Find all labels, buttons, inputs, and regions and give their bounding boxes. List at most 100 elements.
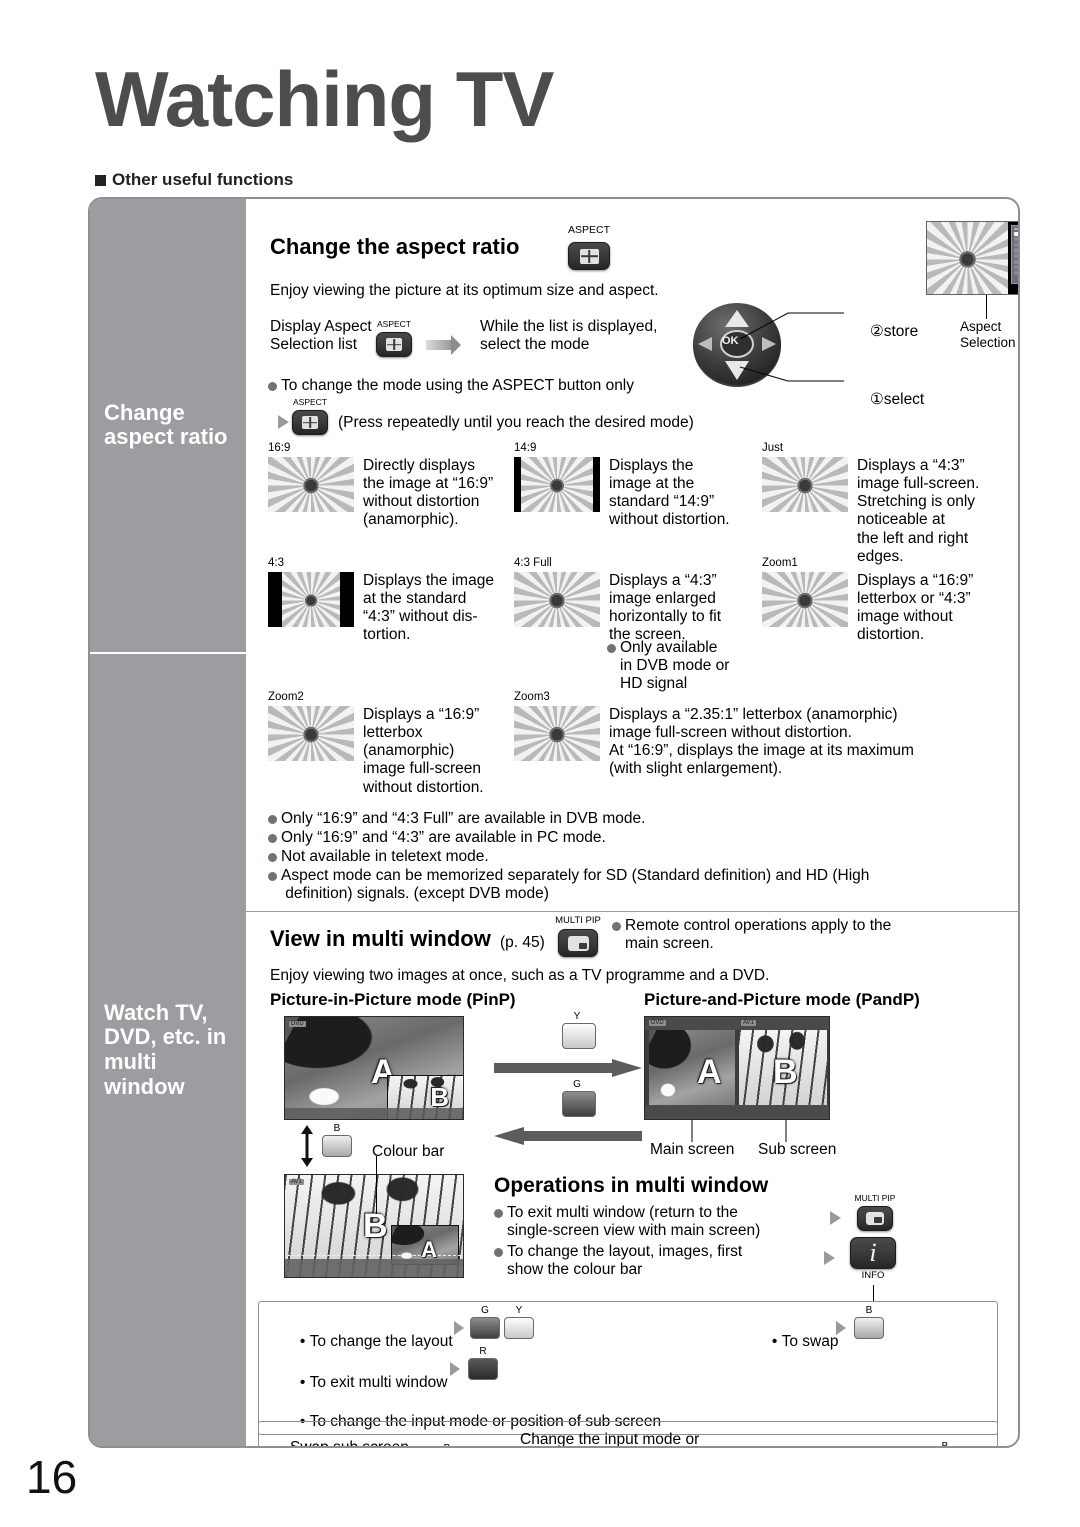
colour-key-b[interactable] (322, 1135, 352, 1157)
note-text: To exit multi window (return to the sing… (507, 1204, 761, 1240)
pinp-colourbar-screenshot: AV1 B A (284, 1174, 464, 1278)
note-text: Only available in DVB mode or HD signal (620, 639, 730, 693)
op-exit-button[interactable] (857, 1206, 893, 1231)
key-label-y: Y (573, 1011, 581, 1022)
mode-thumb-4-3 (268, 572, 354, 627)
aspect-button[interactable] (568, 242, 610, 270)
screenshot-leader-line (986, 295, 987, 319)
mode-name-4-3: 4:3 (268, 557, 284, 569)
operations-heading: Operations in multi window (494, 1174, 769, 1197)
multi-heading: View in multi window (270, 926, 491, 951)
aspect-button-label: ASPECT (567, 224, 610, 236)
flow-arrow-icon (824, 1251, 835, 1265)
colour-key-g[interactable] (562, 1091, 596, 1117)
aspect-screenshot-caption: Aspect Selection list (960, 319, 1016, 351)
note-text: Aspect mode can be memorized separately … (281, 867, 870, 903)
aspect-step-select-label: While the list is displayed, select the … (480, 318, 658, 354)
section-tab-column: Change aspect ratio Watch TV, DVD, etc. … (90, 199, 246, 1446)
aspect-note-1: Only “16:9” and “4:3 Full” are available… (268, 810, 645, 828)
arrow-right-icon (494, 1059, 642, 1077)
mode-desc-zoom2: Displays a “16:9” letterbox (anamorphic)… (363, 706, 484, 796)
sidebar-tab-multi-window: Watch TV, DVD, etc. in multi window (90, 651, 246, 1446)
section-heading: Other useful functions (95, 170, 293, 190)
colour-key-y[interactable] (562, 1023, 596, 1049)
flow-arrow-icon (278, 415, 289, 429)
flow-arrow-icon (426, 335, 461, 355)
mode-thumb-14-9 (514, 457, 600, 512)
colour-key-b[interactable] (854, 1317, 884, 1339)
colour-key-y[interactable] (504, 1317, 534, 1339)
aspect-icon (386, 338, 402, 351)
multi-pip-button-label: MULTI PIP (555, 915, 601, 926)
info-button[interactable]: i (850, 1237, 896, 1269)
multi-pip-icon (866, 1212, 884, 1225)
mode-name-zoom2: Zoom2 (268, 691, 304, 703)
screen-tag-av1: AV1 (741, 1020, 756, 1026)
pandp-main-letter: A (697, 1053, 722, 1091)
colour-key-g[interactable] (470, 1317, 500, 1339)
key-label-g: G (481, 1305, 489, 1316)
note-text: Not available in teletext mode. (281, 848, 489, 865)
pinp-screenshot: DVD AV1 A B (284, 1016, 464, 1120)
key-label-g: G (573, 1079, 581, 1090)
square-bullet-icon (95, 174, 106, 186)
aspect-step-button-label: ASPECT (376, 319, 411, 329)
mode-thumb-just (762, 457, 848, 512)
op-exit-multi-window: To exit multi window (return to the sing… (494, 1204, 760, 1240)
flow-arrow-icon (836, 1321, 846, 1335)
key-label-b: B (432, 1443, 462, 1446)
pandp-sub-letter: B (773, 1053, 798, 1091)
sidebar-tab-label: Watch TV, DVD, etc. in multi window (104, 999, 227, 1099)
colour-key-r[interactable] (468, 1358, 498, 1380)
page-number: 16 (26, 1451, 78, 1503)
op-colourbar-button-label: INFO (861, 1270, 885, 1281)
pad-select-callout: ①select (869, 391, 925, 409)
content-column: Change the aspect ratio ASPECT Enjoy vie… (246, 199, 1018, 1446)
mode-desc-16-9: Directly displays the image at “16:9” wi… (363, 457, 494, 529)
pinp-title: Picture-in-Picture mode (PinP) (270, 990, 516, 1009)
colour-bar-label: Colour bar (372, 1143, 445, 1160)
screen-tag-dvd: DVD (649, 1020, 666, 1026)
mode-note-4-3-full: Only available in DVB mode or HD signal (607, 639, 729, 693)
aspect-step-button[interactable] (376, 332, 412, 357)
mode-thumb-zoom2 (268, 706, 354, 761)
info-icon: i (869, 1238, 877, 1267)
sidebar-tab-change-aspect-ratio: Change aspect ratio (90, 199, 246, 652)
main-screen-label: Main screen (650, 1141, 735, 1158)
aspect-press-button-label: ASPECT (292, 397, 327, 407)
mode-thumb-4-3-full (514, 572, 600, 627)
aspect-intro: Enjoy viewing the picture at its optimum… (270, 282, 659, 299)
mode-name-zoom3: Zoom3 (514, 691, 550, 703)
flow-step-2: Change the input mode or position by the… (520, 1431, 700, 1448)
mode-desc-zoom3: Displays a “2.35:1” letterbox (anamorphi… (609, 706, 914, 778)
aspect-note-4: Aspect mode can be memorized separately … (268, 867, 869, 903)
note-text: Only “16:9” and “4:3” are available in P… (281, 829, 606, 846)
key-label-r: R (479, 1346, 487, 1357)
pandp-callout-lines (691, 1120, 787, 1142)
aspect-button-only-note: To change the mode using the ASPECT butt… (268, 377, 634, 395)
content-frame: Change aspect ratio Watch TV, DVD, etc. … (88, 197, 1020, 1448)
multi-pip-button[interactable] (558, 929, 598, 957)
screenshot-flower-image (927, 222, 1008, 294)
op-swap: • To swap (771, 1333, 839, 1350)
note-text: Only “16:9” and “4:3 Full” are available… (281, 810, 646, 827)
mode-desc-zoom1: Displays a “16:9” letterbox or “4:3” ima… (857, 572, 974, 644)
mode-desc-4-3: Displays the image at the standard “4:3”… (363, 572, 494, 644)
flow-arrow-icon (830, 1211, 841, 1225)
mode-thumb-zoom1 (762, 572, 848, 627)
pandp-screenshot: DVD AV1 A B (644, 1016, 830, 1120)
note-text: To change the layout, images, first show… (507, 1243, 743, 1279)
mode-name-4-3-full: 4:3 Full (514, 557, 552, 569)
note-text: To change the mode using the ASPECT butt… (281, 377, 635, 394)
mode-name-16-9: 16:9 (268, 442, 291, 454)
colour-bar-leader-line (376, 1156, 377, 1214)
key-label-b: B (333, 1123, 341, 1134)
mode-name-14-9: 14:9 (514, 442, 537, 454)
mode-desc-14-9: Displays the image at the standard “14:9… (609, 457, 730, 529)
arrow-left-icon (494, 1127, 642, 1145)
key-label-b: B (865, 1305, 873, 1316)
aspect-selection-list-screenshot: Aspect Selection (926, 221, 1018, 295)
section-divider (246, 911, 1018, 912)
aspect-press-button[interactable] (292, 410, 328, 435)
screen-tag-dvd: DVD (289, 1021, 306, 1027)
